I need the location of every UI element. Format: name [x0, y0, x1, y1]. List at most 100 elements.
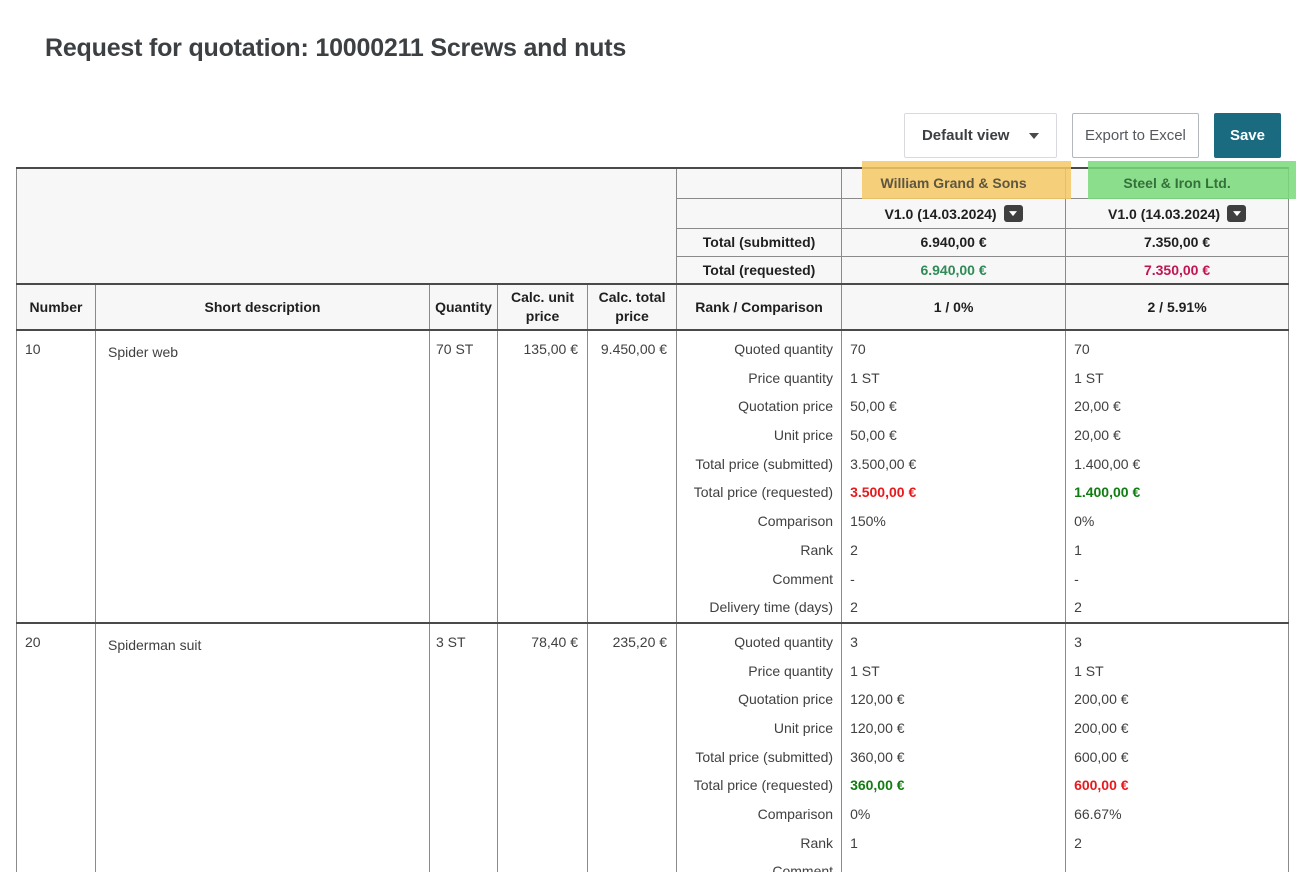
- detail-label: Delivery time (days): [677, 593, 841, 622]
- col-header-rank-comparison: Rank / Comparison: [677, 284, 842, 330]
- item-quantity: 70 ST: [430, 330, 498, 623]
- col-header-calc-total-price: Calc. total price: [588, 284, 677, 330]
- comparison-table: William Grand & Sons Steel & Iron Ltd. V…: [16, 167, 1289, 872]
- supplier-1-total-requested: 6.940,00 €: [842, 256, 1066, 284]
- col-header-calc-unit-price: Calc. unit price: [498, 284, 588, 330]
- supplier-1-offer-cell: 3 1 ST 120,00 € 120,00 € 360,00 € 360,00…: [842, 623, 1066, 872]
- supplier-2-offer-cell: 70 1 ST 20,00 € 20,00 € 1.400,00 € 1.400…: [1066, 330, 1289, 623]
- detail-value: 3: [842, 628, 1065, 657]
- version-dropdown-button[interactable]: [1227, 205, 1246, 222]
- detail-value: 1.400,00 €: [1066, 450, 1288, 479]
- total-requested-value: 7.350,00 €: [1144, 262, 1210, 278]
- detail-value: 1 ST: [1066, 364, 1288, 393]
- detail-value: 20,00 €: [1066, 392, 1288, 421]
- supplier-2-rank-comparison: 2 / 5.91%: [1066, 284, 1289, 330]
- detail-label: Quotation price: [677, 392, 841, 421]
- caret-down-icon: [1009, 211, 1017, 216]
- item-number: 20: [17, 623, 96, 872]
- detail-value: 200,00 €: [1066, 685, 1288, 714]
- detail-value: 1 ST: [842, 657, 1065, 686]
- toolbar: Default view Export to Excel Save: [904, 113, 1281, 158]
- detail-label: Comment: [677, 565, 841, 594]
- detail-value: 2: [842, 593, 1065, 622]
- item-calc-unit-price: 135,00 €: [498, 330, 588, 623]
- blank-label-cell: [677, 168, 842, 198]
- detail-value: 1: [1066, 536, 1288, 565]
- supplier-1-rank-comparison: 1 / 0%: [842, 284, 1066, 330]
- detail-value: 70: [1066, 335, 1288, 364]
- view-select[interactable]: Default view: [904, 113, 1057, 158]
- detail-value: -: [1066, 565, 1288, 594]
- detail-label: Total price (requested): [677, 771, 841, 800]
- col-header-quantity: Quantity: [430, 284, 498, 330]
- detail-label: Quoted quantity: [677, 628, 841, 657]
- detail-value: 360,00 €: [842, 743, 1065, 772]
- export-to-excel-button[interactable]: Export to Excel: [1072, 113, 1199, 158]
- detail-label: Rank: [677, 536, 841, 565]
- detail-label: Total price (submitted): [677, 743, 841, 772]
- view-select-value: Default view: [922, 127, 1010, 144]
- supplier-name-row: William Grand & Sons Steel & Iron Ltd.: [17, 168, 1289, 198]
- supplier-name: Steel & Iron Ltd.: [1123, 175, 1230, 191]
- detail-label: Price quantity: [677, 364, 841, 393]
- detail-labels-cell: Quoted quantity Price quantity Quotation…: [677, 623, 842, 872]
- page-title: Request for quotation: 10000211 Screws a…: [45, 34, 626, 63]
- item-description: Spiderman suit: [96, 623, 430, 872]
- detail-value: 70: [842, 335, 1065, 364]
- chevron-down-icon: [1029, 133, 1039, 139]
- detail-value: 2: [1066, 829, 1288, 858]
- detail-value-requested: 3.500,00 €: [842, 478, 1065, 507]
- detail-value: 1: [842, 829, 1065, 858]
- supplier-2-total-requested: 7.350,00 €: [1066, 256, 1289, 284]
- item-number: 10: [17, 330, 96, 623]
- detail-label: Quoted quantity: [677, 335, 841, 364]
- detail-label: Rank: [677, 829, 841, 858]
- supplier-1-version-cell: V1.0 (14.03.2024): [842, 198, 1066, 228]
- item-description: Spider web: [96, 330, 430, 623]
- detail-value: 200,00 €: [1066, 714, 1288, 743]
- detail-label: Unit price: [677, 421, 841, 450]
- detail-value: 50,00 €: [842, 392, 1065, 421]
- detail-value: 20,00 €: [1066, 421, 1288, 450]
- supplier-2-offer-cell: 3 1 ST 200,00 € 200,00 € 600,00 € 600,00…: [1066, 623, 1289, 872]
- detail-value: 120,00 €: [842, 685, 1065, 714]
- supplier-2-total-submitted: 7.350,00 €: [1066, 228, 1289, 256]
- item-calc-total-price: 9.450,00 €: [588, 330, 677, 623]
- detail-value: 66.67%: [1066, 800, 1288, 829]
- detail-label: Comparison: [677, 507, 841, 536]
- detail-value: 0%: [1066, 507, 1288, 536]
- column-header-row: Number Short description Quantity Calc. …: [17, 284, 1289, 330]
- supplier-1-offer-cell: 70 1 ST 50,00 € 50,00 € 3.500,00 € 3.500…: [842, 330, 1066, 623]
- detail-value: 1 ST: [842, 364, 1065, 393]
- detail-labels-cell: Quoted quantity Price quantity Quotation…: [677, 330, 842, 623]
- detail-label: Price quantity: [677, 657, 841, 686]
- supplier-name: William Grand & Sons: [881, 175, 1027, 191]
- col-header-number: Number: [17, 284, 96, 330]
- item-calc-unit-price: 78,40 €: [498, 623, 588, 872]
- detail-value-requested: 1.400,00 €: [1066, 478, 1288, 507]
- detail-value: 3: [1066, 628, 1288, 657]
- supplier-1-total-submitted: 6.940,00 €: [842, 228, 1066, 256]
- detail-value-requested: 360,00 €: [842, 771, 1065, 800]
- caret-down-icon: [1233, 211, 1241, 216]
- version-dropdown-button[interactable]: [1004, 205, 1023, 222]
- detail-value-requested: 600,00 €: [1066, 771, 1288, 800]
- rfq-comparison-page: Request for quotation: 10000211 Screws a…: [0, 0, 1304, 872]
- comparison-table-wrap: William Grand & Sons Steel & Iron Ltd. V…: [16, 167, 1288, 872]
- total-submitted-label: Total (submitted): [677, 228, 842, 256]
- detail-value: [1066, 857, 1288, 872]
- top-blank-cell: [17, 168, 677, 284]
- detail-label: Unit price: [677, 714, 841, 743]
- save-button[interactable]: Save: [1214, 113, 1281, 158]
- supplier-2-version-cell: V1.0 (14.03.2024): [1066, 198, 1289, 228]
- detail-value: 150%: [842, 507, 1065, 536]
- detail-label: Comparison: [677, 800, 841, 829]
- total-requested-label: Total (requested): [677, 256, 842, 284]
- detail-value: 50,00 €: [842, 421, 1065, 450]
- item-row-10: 10 Spider web 70 ST 135,00 € 9.450,00 € …: [17, 330, 1289, 623]
- version-label: V1.0 (14.03.2024): [1108, 206, 1220, 222]
- supplier-1-header: William Grand & Sons: [842, 168, 1066, 198]
- detail-value: [842, 857, 1065, 872]
- detail-value: 3.500,00 €: [842, 450, 1065, 479]
- blank-label-cell: [677, 198, 842, 228]
